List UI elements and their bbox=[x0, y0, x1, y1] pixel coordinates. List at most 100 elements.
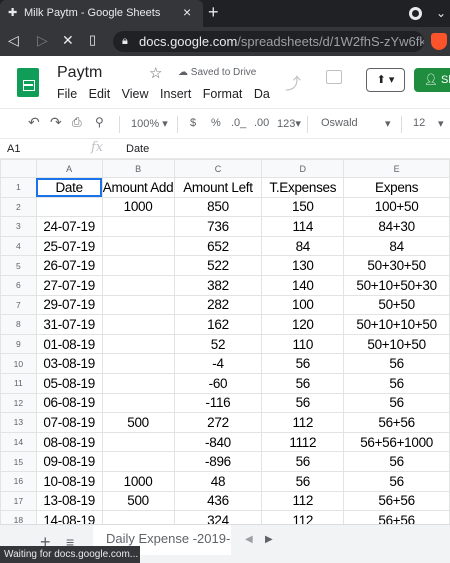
cell-e[interactable]: Expens bbox=[343, 177, 450, 198]
row-header[interactable]: 4 bbox=[0, 235, 37, 257]
row-header[interactable]: 14 bbox=[0, 431, 37, 453]
cell-e[interactable]: 50+30+50 bbox=[343, 255, 450, 276]
cell-b[interactable] bbox=[101, 294, 175, 316]
cell-c[interactable]: 52 bbox=[173, 333, 263, 355]
stop-icon[interactable]: ✕ bbox=[62, 32, 74, 49]
row-header[interactable]: 15 bbox=[0, 451, 37, 472]
cell-e[interactable]: 50+50 bbox=[343, 294, 450, 316]
row-header[interactable]: 17 bbox=[0, 490, 37, 512]
cell-c[interactable]: 736 bbox=[173, 216, 263, 237]
print-icon[interactable]: ⎙ bbox=[72, 115, 82, 130]
cell-c[interactable]: 272 bbox=[173, 412, 263, 433]
percent-format-button[interactable]: % bbox=[211, 117, 221, 129]
column-header-d[interactable]: D bbox=[261, 159, 345, 178]
address-bar[interactable]: 🔒︎ docs.google.com/spreadsheets/d/1W2fhS… bbox=[113, 31, 424, 52]
cell-b[interactable]: 1000 bbox=[101, 196, 175, 218]
cell-a[interactable]: 14-08-19 bbox=[35, 510, 103, 524]
cell-a[interactable]: 29-07-19 bbox=[35, 294, 103, 316]
cell-b[interactable] bbox=[101, 431, 175, 453]
window-menu-icon[interactable]: ⌄ bbox=[436, 6, 448, 20]
row-header[interactable]: 1 bbox=[0, 177, 37, 198]
cell-b[interactable] bbox=[101, 451, 175, 472]
cell-e[interactable]: 56+56 bbox=[343, 490, 450, 512]
cell-c[interactable]: -896 bbox=[173, 451, 263, 472]
menu-insert[interactable]: Insert bbox=[160, 87, 191, 101]
column-header-a[interactable]: A bbox=[35, 159, 103, 178]
cell-a[interactable]: 03-08-19 bbox=[35, 353, 103, 374]
cell-d[interactable]: 56 bbox=[261, 392, 345, 414]
cell-b[interactable]: 500 bbox=[101, 412, 175, 433]
cell-b[interactable] bbox=[101, 353, 175, 374]
cell-c[interactable]: -60 bbox=[173, 372, 263, 394]
cell-b[interactable] bbox=[101, 392, 175, 414]
row-header[interactable]: 11 bbox=[0, 372, 37, 394]
menu-format[interactable]: Format bbox=[203, 87, 243, 101]
cell-b[interactable] bbox=[101, 510, 175, 524]
cell-d[interactable]: 114 bbox=[261, 216, 345, 237]
cell-e[interactable]: 50+10+10+50 bbox=[343, 314, 450, 335]
cell-c[interactable]: -4 bbox=[173, 353, 263, 374]
font-size-dropdown-icon[interactable]: ▾ bbox=[438, 117, 444, 130]
comments-icon[interactable] bbox=[326, 70, 342, 84]
cell-c[interactable]: 652 bbox=[173, 235, 263, 257]
cell-b[interactable] bbox=[101, 235, 175, 257]
browser-tab[interactable]: ✚ Milk Paytm - Google Sheets × bbox=[0, 0, 203, 27]
cell-a[interactable]: 06-08-19 bbox=[35, 392, 103, 414]
cell-d[interactable]: 84 bbox=[261, 235, 345, 257]
menu-file[interactable]: File bbox=[57, 87, 77, 101]
row-header[interactable]: 16 bbox=[0, 470, 37, 492]
sheets-logo-icon[interactable] bbox=[17, 68, 39, 97]
cell-d[interactable]: 110 bbox=[261, 333, 345, 355]
cell-c[interactable]: 48 bbox=[173, 470, 263, 492]
cell-e[interactable]: 84+30 bbox=[343, 216, 450, 237]
cell-e[interactable]: 56 bbox=[343, 392, 450, 414]
row-header[interactable]: 12 bbox=[0, 392, 37, 414]
cell-a[interactable]: 27-07-19 bbox=[35, 274, 103, 296]
cell-d[interactable]: 140 bbox=[261, 274, 345, 296]
row-header[interactable]: 18 bbox=[0, 510, 37, 524]
share-button[interactable]: 👤︎ Sh bbox=[414, 68, 450, 92]
font-dropdown-icon[interactable]: ▾ bbox=[385, 117, 391, 130]
menu-view[interactable]: View bbox=[122, 87, 149, 101]
cell-b[interactable] bbox=[101, 314, 175, 335]
cell-a[interactable]: 05-08-19 bbox=[35, 372, 103, 394]
cell-a[interactable]: 07-08-19 bbox=[35, 412, 103, 433]
cell-b[interactable]: Amount Add bbox=[101, 177, 175, 198]
cell-e[interactable]: 56+56 bbox=[343, 412, 450, 433]
row-header[interactable]: 5 bbox=[0, 255, 37, 276]
cell-c[interactable]: -116 bbox=[173, 392, 263, 414]
cell-a[interactable]: 25-07-19 bbox=[35, 235, 103, 257]
cell-d[interactable]: 56 bbox=[261, 372, 345, 394]
font-select[interactable]: Oswald bbox=[321, 117, 358, 129]
cell-d[interactable]: 130 bbox=[261, 255, 345, 276]
document-title[interactable]: Paytm bbox=[57, 64, 102, 82]
column-header-e[interactable]: E bbox=[343, 159, 450, 178]
cell-d[interactable]: 112 bbox=[261, 490, 345, 512]
column-header-c[interactable]: C bbox=[173, 159, 263, 178]
cell-d[interactable]: 150 bbox=[261, 196, 345, 218]
profile-icon[interactable] bbox=[409, 7, 422, 20]
cell-b[interactable] bbox=[101, 372, 175, 394]
increase-decimal-button[interactable]: .00 bbox=[254, 117, 269, 129]
cell-c[interactable]: 436 bbox=[173, 490, 263, 512]
cell-a[interactable]: 24-07-19 bbox=[35, 216, 103, 237]
cell-b[interactable] bbox=[101, 333, 175, 355]
row-header[interactable]: 6 bbox=[0, 274, 37, 296]
cell-c[interactable]: 522 bbox=[173, 255, 263, 276]
cell-a[interactable]: 01-08-19 bbox=[35, 333, 103, 355]
cell-e[interactable]: 50+10+50+30 bbox=[343, 274, 450, 296]
cell-c[interactable]: -840 bbox=[173, 431, 263, 453]
cell-e[interactable]: 50+10+50 bbox=[343, 333, 450, 355]
cell-c[interactable]: 382 bbox=[173, 274, 263, 296]
font-size-select[interactable]: 12 bbox=[413, 117, 425, 129]
scroll-right-icon[interactable]: ▶ bbox=[265, 534, 273, 545]
zoom-select[interactable]: 100% ▾ bbox=[131, 117, 168, 130]
cell-e[interactable]: 56+56 bbox=[343, 510, 450, 524]
row-header[interactable]: 9 bbox=[0, 333, 37, 355]
menu-data[interactable]: Da bbox=[254, 87, 270, 101]
row-header[interactable]: 13 bbox=[0, 412, 37, 433]
star-icon[interactable]: ☆ bbox=[149, 64, 162, 82]
scroll-left-icon[interactable]: ◀ bbox=[245, 534, 253, 545]
cell-a[interactable]: 08-08-19 bbox=[35, 431, 103, 453]
cell-a[interactable]: 31-07-19 bbox=[35, 314, 103, 335]
